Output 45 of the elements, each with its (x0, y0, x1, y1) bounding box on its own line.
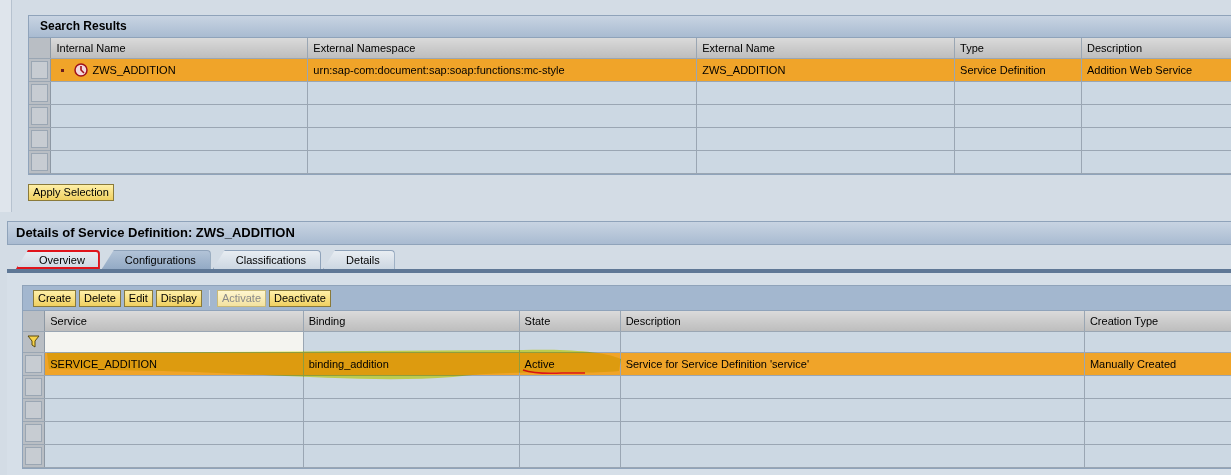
row-selector[interactable] (25, 355, 43, 373)
toolbar-button[interactable]: Display (155, 289, 202, 307)
column-header[interactable]: Description (620, 311, 1085, 332)
filter-icon[interactable] (27, 334, 41, 348)
column-header[interactable]: Description (1081, 38, 1231, 59)
tab[interactable]: Overview (16, 250, 100, 269)
row-selector[interactable] (25, 447, 43, 465)
column-header[interactable]: External Name (696, 38, 955, 59)
apply-selection-button[interactable]: Apply Selection (28, 184, 114, 201)
row-selector[interactable] (31, 84, 49, 102)
toolbar-button[interactable]: Delete (79, 289, 121, 307)
bullet-icon (61, 68, 65, 72)
table-row[interactable]: ZWS_ADDITION urn:sap-com:document:sap:soap:functions:mc-style ZWS_ADDITION Service Definition Addition Web Service (29, 58, 1231, 82)
column-header[interactable]: External Namespace (307, 38, 697, 59)
row-selector[interactable] (31, 153, 49, 171)
row-selector[interactable] (25, 378, 43, 396)
table-cell: urn:sap-com:document:sap:soap:functions:mc-style (307, 58, 697, 82)
row-selector[interactable] (25, 401, 43, 419)
tab[interactable]: Classifications (212, 250, 322, 269)
column-header[interactable]: Creation Type (1084, 311, 1231, 332)
toolbar-button[interactable]: Create (33, 289, 77, 307)
section-title: Details of Service Definition: ZWS_ADDITION (7, 221, 1231, 245)
toolbar-button[interactable]: Edit (123, 289, 153, 307)
table-cell: Manually Created (1084, 352, 1231, 376)
table-cell: ZWS_ADDITION (696, 58, 955, 82)
toolbar-button[interactable]: Deactivate (269, 289, 331, 307)
row-selector[interactable] (31, 107, 49, 125)
clock-icon (74, 63, 89, 77)
table-cell: ZWS_ADDITION (92, 64, 176, 76)
row-selector[interactable] (25, 424, 43, 442)
tab[interactable]: Configurations (101, 250, 211, 269)
column-header[interactable]: State (519, 311, 621, 332)
row-selector[interactable] (31, 61, 49, 79)
tab[interactable]: Details (323, 250, 395, 269)
row-selector[interactable] (31, 130, 49, 148)
column-header[interactable]: Type (954, 38, 1082, 59)
table-cell: Addition Web Service (1081, 58, 1231, 82)
table-cell: Service for Service Definition 'service' (620, 352, 1085, 376)
table-cell: Service Definition (954, 58, 1082, 82)
column-header[interactable]: Internal Name (51, 38, 308, 59)
select-all-cell[interactable] (23, 311, 45, 332)
column-header[interactable]: Service (44, 311, 304, 332)
column-header[interactable]: Binding (303, 311, 520, 332)
panel-title: Search Results (29, 16, 1231, 38)
select-all-cell[interactable] (29, 38, 51, 59)
